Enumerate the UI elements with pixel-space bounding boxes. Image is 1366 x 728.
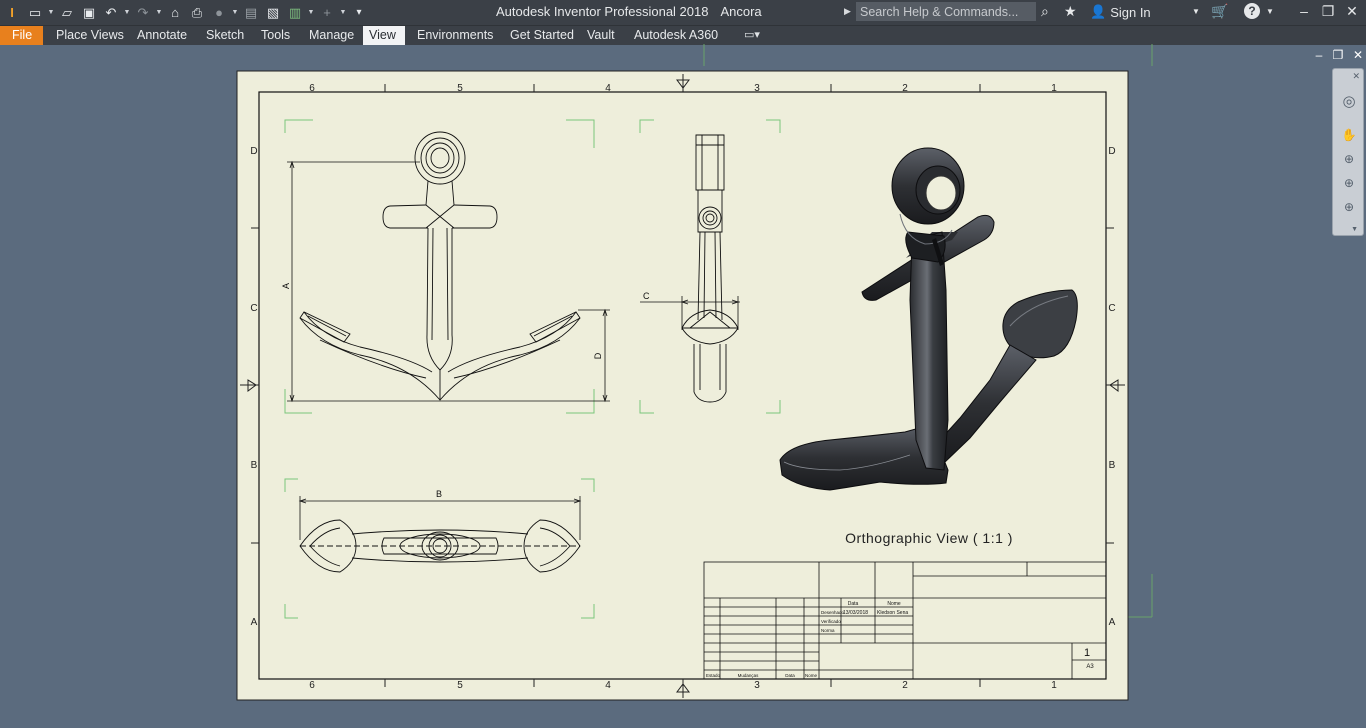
row-label: A	[251, 617, 258, 628]
col-label: 1	[1051, 83, 1057, 94]
row-label: B	[251, 460, 258, 471]
title-block-data-header: Data	[848, 601, 859, 607]
dimension-a-label: A	[281, 283, 291, 289]
title-block-designer: Kledson Sena	[877, 610, 908, 616]
title-block-bottom-cell: Data	[785, 673, 795, 678]
zoom-all-icon[interactable]: ⊕	[1339, 149, 1359, 169]
col-label: 2	[902, 680, 908, 691]
row-label: C	[1108, 303, 1115, 314]
col-label: 3	[754, 680, 760, 691]
title-block-bottom-cell: Mudanças	[738, 673, 760, 678]
navigation-bar: ✕ ◎ ✋ ⊕ ⊕ ⊕ ▼	[1332, 68, 1364, 236]
row-label: C	[250, 303, 257, 314]
close-icon[interactable]: ✕	[1352, 71, 1360, 82]
dimension-c-label: C	[643, 291, 650, 301]
dimension-d-label: D	[593, 352, 603, 359]
title-block-name-header: Nome	[887, 601, 901, 607]
title-block-row-label: Verificado	[821, 619, 841, 624]
col-label: 6	[309, 680, 315, 691]
row-label: D	[250, 146, 257, 157]
title-block-row-label: Norma	[821, 628, 835, 633]
row-label: D	[1108, 146, 1115, 157]
title-block-date: 13/03/2018	[843, 610, 868, 616]
chevron-down-icon[interactable]: ▼	[1351, 226, 1358, 233]
dimension-b-label: B	[436, 489, 442, 499]
col-label: 3	[754, 83, 760, 94]
zoom-window-icon[interactable]: ⊕	[1339, 173, 1359, 193]
drawing-canvas[interactable]: 6 5 4 3 2 1 6 5 4 3 2 1 D C B A D C B A	[0, 0, 1366, 728]
sheet-number: 1	[1084, 647, 1090, 659]
col-label: 2	[902, 83, 908, 94]
col-label: 4	[605, 83, 611, 94]
col-label: 1	[1051, 680, 1057, 691]
col-label: 5	[457, 680, 463, 691]
title-block-bottom-cell: Nome	[805, 673, 818, 678]
pan-icon[interactable]: ✋	[1339, 125, 1359, 145]
col-label: 4	[605, 680, 611, 691]
title-block-row-label: Desenhado	[821, 610, 845, 615]
row-label: B	[1109, 460, 1116, 471]
paper-size: A3	[1086, 664, 1094, 670]
col-label: 5	[457, 83, 463, 94]
view-label: Orthographic View ( 1:1 )	[845, 530, 1013, 546]
steering-wheel-icon[interactable]: ◎	[1339, 91, 1359, 111]
col-label: 6	[309, 83, 315, 94]
row-label: A	[1109, 617, 1116, 628]
orbit-icon[interactable]: ⊕	[1339, 197, 1359, 217]
title-block-bottom-cell: Estado	[706, 673, 721, 678]
